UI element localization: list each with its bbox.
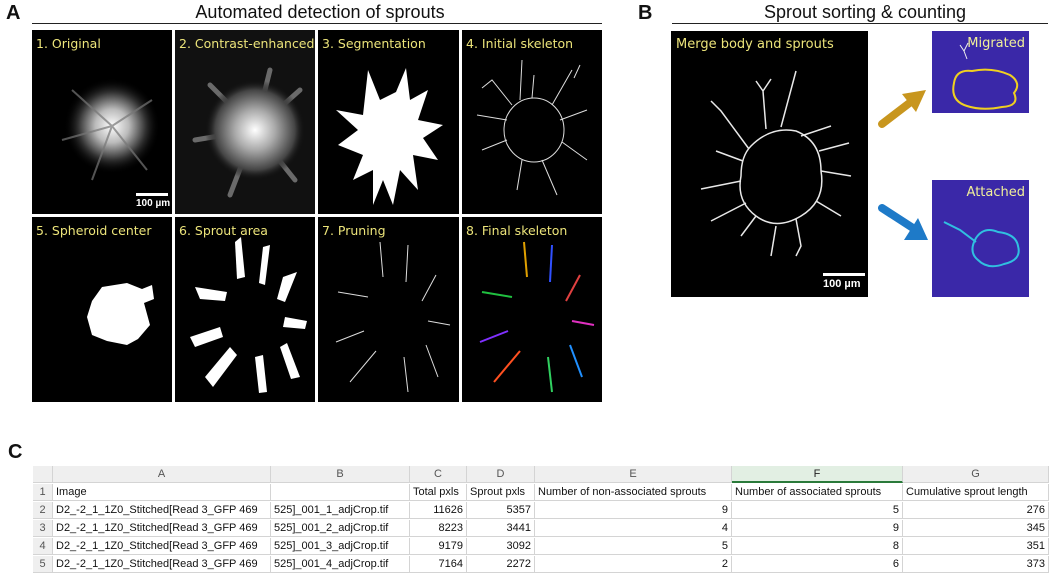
final-skeleton-image — [479, 241, 595, 393]
main-label: Merge body and sprouts — [676, 37, 834, 52]
cell[interactable]: Image — [53, 484, 271, 501]
tile-label: 2. Contrast-enhanced — [179, 36, 315, 51]
row-number[interactable]: 1 — [33, 484, 53, 501]
tile-original: 1. Original 100 µm — [32, 30, 172, 214]
spheroid-center-image — [87, 283, 154, 345]
table-row: 2 D2_-2_1_1Z0_Stitched[Read 3_GFP 469 52… — [33, 502, 1049, 520]
panel-a-underline — [32, 23, 602, 24]
attached-panel: Attached — [932, 180, 1029, 297]
spreadsheet[interactable]: A B C D E F G 1 Image Total pxls Sprout … — [33, 466, 1049, 578]
panel-b-underline — [672, 23, 1048, 24]
tile-final-skeleton: 8. Final skeleton — [462, 217, 602, 402]
cell[interactable]: 351 — [903, 538, 1049, 555]
scale-bar-label: 100 µm — [823, 278, 861, 290]
sprout-area-image — [190, 237, 307, 393]
column-header-d[interactable]: D — [467, 466, 535, 483]
tile-label: 7. Pruning — [322, 223, 386, 238]
tile-pruning: 7. Pruning — [318, 217, 459, 402]
merged-skeleton-image — [700, 70, 852, 257]
cell[interactable]: 5 — [535, 538, 732, 555]
column-header-c[interactable]: C — [410, 466, 467, 483]
tile-label: 4. Initial skeleton — [466, 36, 574, 51]
table-row: 3 D2_-2_1_1Z0_Stitched[Read 3_GFP 469 52… — [33, 520, 1049, 538]
attached-arrow — [878, 204, 928, 240]
cell[interactable]: 345 — [903, 520, 1049, 537]
cell[interactable]: 525]_001_4_adjCrop.tif — [271, 556, 410, 573]
tile-sprout-area: 6. Sprout area — [175, 217, 315, 402]
panel-c-letter: C — [8, 441, 23, 463]
cell[interactable]: 11626 — [410, 502, 467, 519]
cell[interactable]: 5357 — [467, 502, 535, 519]
cell[interactable]: 3092 — [467, 538, 535, 555]
cell[interactable]: 276 — [903, 502, 1049, 519]
row-number[interactable]: 2 — [33, 502, 53, 519]
cell[interactable]: Sprout pxls — [467, 484, 535, 501]
table-row: 1 Image Total pxls Sprout pxls Number of… — [33, 484, 1049, 502]
cell[interactable]: 8 — [732, 538, 903, 555]
cell[interactable]: 9 — [732, 520, 903, 537]
cell[interactable]: D2_-2_1_1Z0_Stitched[Read 3_GFP 469 — [53, 502, 271, 519]
migrated-panel: Migrated — [932, 31, 1029, 113]
table-row: 5 D2_-2_1_1Z0_Stitched[Read 3_GFP 469 52… — [33, 556, 1049, 574]
cell[interactable]: 6 — [732, 556, 903, 573]
row-number[interactable]: 5 — [33, 556, 53, 573]
cell[interactable]: 3441 — [467, 520, 535, 537]
tile-label: 3. Segmentation — [322, 36, 426, 51]
original-image — [61, 78, 160, 181]
migrated-arrow — [878, 90, 926, 128]
panel-a-letter: A — [6, 2, 21, 24]
cell[interactable]: 525]_001_1_adjCrop.tif — [271, 502, 410, 519]
column-header-row: A B C D E F G — [33, 466, 1049, 484]
cell[interactable]: D2_-2_1_1Z0_Stitched[Read 3_GFP 469 — [53, 520, 271, 537]
cell[interactable] — [271, 484, 410, 501]
tile-spheroid-center: 5. Spheroid center — [32, 217, 172, 402]
scale-bar-label: 100 µm — [136, 198, 171, 209]
corner-cell[interactable] — [33, 466, 53, 483]
panel-a-grid: 1. Original 100 µm 2. Contrast-enhanced … — [32, 30, 602, 402]
column-header-b[interactable]: B — [271, 466, 410, 483]
cell[interactable]: 9179 — [410, 538, 467, 555]
tile-segmentation: 3. Segmentation — [318, 30, 459, 214]
panel-b-header: Sprout sorting & counting — [763, 2, 967, 22]
tile-label: 6. Sprout area — [179, 223, 268, 238]
merged-skeleton-panel: Merge body and sprouts 100 µm — [671, 31, 868, 297]
cell[interactable]: 5 — [732, 502, 903, 519]
cell[interactable]: 525]_001_3_adjCrop.tif — [271, 538, 410, 555]
cell[interactable]: 373 — [903, 556, 1049, 573]
row-number[interactable]: 3 — [33, 520, 53, 537]
migrated-label: Migrated — [967, 36, 1025, 51]
cell[interactable]: Total pxls — [410, 484, 467, 501]
cell[interactable]: 2272 — [467, 556, 535, 573]
segmentation-image — [336, 68, 443, 205]
contrast-image — [192, 67, 305, 198]
column-header-g[interactable]: G — [903, 466, 1049, 483]
cell[interactable]: Number of associated sprouts — [732, 484, 903, 501]
column-header-f[interactable]: F — [732, 466, 903, 483]
initial-skeleton-image — [476, 59, 588, 196]
cell[interactable]: 7164 — [410, 556, 467, 573]
table-row: 4 D2_-2_1_1Z0_Stitched[Read 3_GFP 469 52… — [33, 538, 1049, 556]
panel-a-header: Automated detection of sprouts — [195, 2, 445, 22]
tile-label: 8. Final skeleton — [466, 223, 568, 238]
column-header-e[interactable]: E — [535, 466, 732, 483]
cell[interactable]: 8223 — [410, 520, 467, 537]
cell[interactable]: Number of non-associated sprouts — [535, 484, 732, 501]
panel-b-letter: B — [638, 2, 653, 24]
pruning-image — [335, 241, 451, 393]
tile-initial-skeleton: 4. Initial skeleton — [462, 30, 602, 214]
cell[interactable]: Cumulative sprout length — [903, 484, 1049, 501]
row-number[interactable]: 4 — [33, 538, 53, 555]
cell[interactable]: D2_-2_1_1Z0_Stitched[Read 3_GFP 469 — [53, 556, 271, 573]
tile-contrast-enhanced: 2. Contrast-enhanced — [175, 30, 315, 214]
cell[interactable]: 2 — [535, 556, 732, 573]
cell[interactable]: 525]_001_2_adjCrop.tif — [271, 520, 410, 537]
tile-label: 1. Original — [36, 36, 101, 51]
cell[interactable]: D2_-2_1_1Z0_Stitched[Read 3_GFP 469 — [53, 538, 271, 555]
tile-label: 5. Spheroid center — [36, 223, 152, 238]
cell[interactable]: 4 — [535, 520, 732, 537]
cell[interactable]: 9 — [535, 502, 732, 519]
attached-label: Attached — [966, 185, 1025, 200]
column-header-a[interactable]: A — [53, 466, 271, 483]
